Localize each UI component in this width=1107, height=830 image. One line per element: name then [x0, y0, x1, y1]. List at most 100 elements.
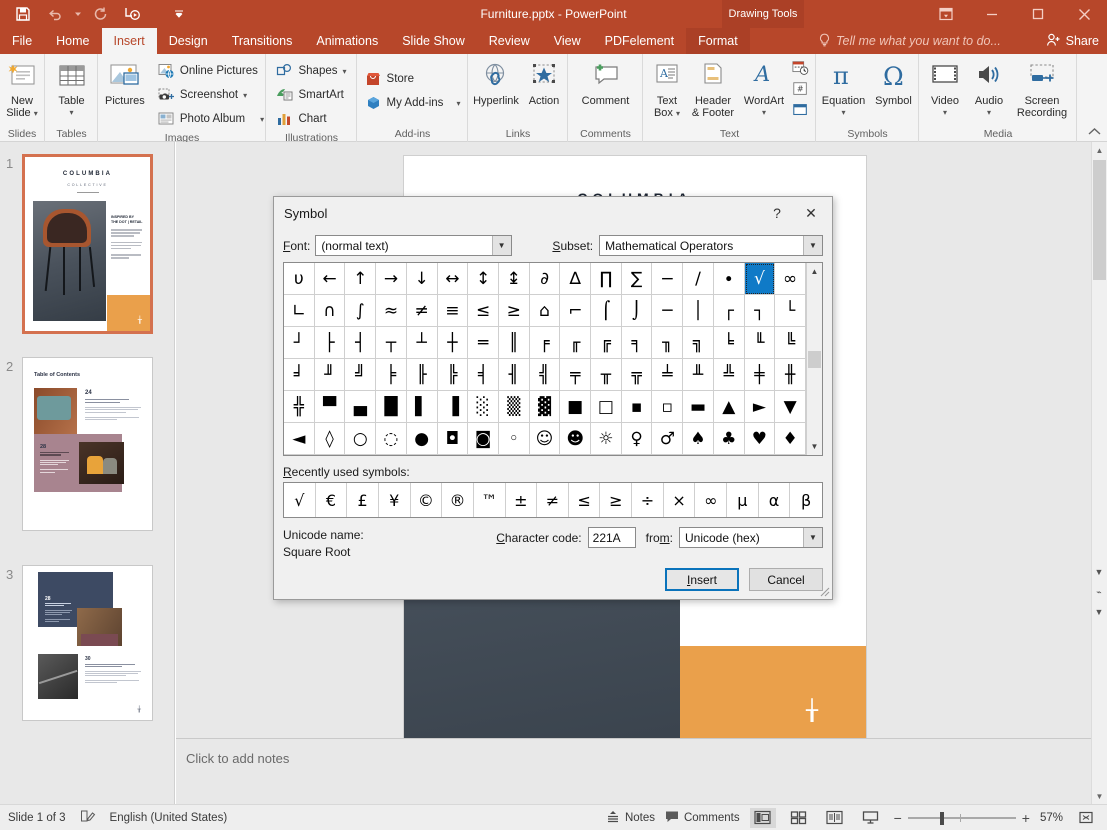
screenshot-button[interactable]: Screenshot ▾: [155, 84, 267, 106]
normal-view-button[interactable]: [749, 807, 776, 828]
symbol-cell[interactable]: └: [775, 295, 806, 327]
slide-thumbnail-item[interactable]: 1 COLUMBIA COLLECTIVE INSPIRED BY THE DOT…: [0, 154, 174, 339]
symbol-cell[interactable]: ╩: [713, 359, 745, 391]
screen-recording-button[interactable]: Screen Recording: [1011, 58, 1073, 119]
tab-format[interactable]: Format: [686, 28, 750, 54]
symbol-cell[interactable]: ╛: [284, 359, 315, 391]
symbol-cell[interactable]: ╔: [591, 327, 622, 359]
symbol-cell[interactable]: ←: [314, 263, 346, 295]
next-slide-icon[interactable]: ▼: [1091, 602, 1107, 622]
symbol-cell[interactable]: ↓: [406, 263, 438, 295]
symbol-cell[interactable]: █: [376, 391, 407, 423]
symbol-cell[interactable]: ▬: [683, 391, 714, 423]
symbol-button[interactable]: Ω Symbol: [870, 58, 918, 107]
symbol-cell[interactable]: ╫: [775, 359, 806, 391]
recently-used-symbols-grid[interactable]: √ € £ ¥ © ® ™ ± ≠ ≤ ≥ ÷ × ∞ µ α β: [283, 482, 823, 518]
my-addins-dropdown-caret[interactable]: ▾: [456, 99, 460, 108]
symbol-cell[interactable]: ♥: [744, 423, 776, 455]
symbol-cell[interactable]: ∫: [345, 295, 377, 327]
close-icon[interactable]: ✕: [794, 199, 828, 227]
symbol-cell[interactable]: ▫: [652, 391, 684, 423]
symbol-cell[interactable]: ☻: [560, 423, 592, 455]
symbol-cell[interactable]: ⌐: [560, 295, 592, 327]
screenshot-dropdown-caret[interactable]: ▾: [243, 91, 247, 100]
symbol-cell[interactable]: ☼: [591, 423, 622, 455]
character-code-input[interactable]: 221A: [587, 527, 636, 548]
font-combobox[interactable]: (normal text) ▼: [315, 235, 512, 256]
symbol-cell[interactable]: ◌: [376, 423, 407, 455]
symbol-cell[interactable]: ∙: [713, 263, 745, 295]
symbol-cell[interactable]: ╙: [744, 327, 776, 359]
recent-symbol-cell[interactable]: α: [759, 483, 791, 517]
symbol-cell[interactable]: ∆: [560, 263, 592, 295]
previous-slide-icon[interactable]: ▼: [1091, 562, 1107, 582]
reading-view-button[interactable]: [822, 808, 848, 828]
recent-symbol-cell[interactable]: £: [347, 483, 379, 517]
symbol-cell[interactable]: ═: [468, 327, 499, 359]
symbol-cell[interactable]: │: [683, 295, 714, 327]
wordart-dropdown-caret[interactable]: ▾: [762, 107, 766, 119]
video-dropdown-caret[interactable]: ▾: [943, 107, 947, 119]
symbol-cell[interactable]: ┴: [406, 327, 438, 359]
symbol-cell[interactable]: ►: [744, 391, 776, 423]
symbol-cell[interactable]: ╣: [529, 359, 561, 391]
tab-file[interactable]: File: [0, 28, 44, 54]
symbol-cell[interactable]: ╬: [284, 391, 315, 423]
zoom-slider[interactable]: − +: [894, 810, 1030, 826]
my-addins-button[interactable]: My Add-ins ▾: [362, 92, 464, 114]
slide-thumbnail-item[interactable]: 2 Table of Contents 24 28: [0, 357, 174, 547]
slide-thumbnail-panel[interactable]: 1 COLUMBIA COLLECTIVE INSPIRED BY THE DOT…: [0, 142, 175, 804]
symbol-cell[interactable]: ┌: [713, 295, 745, 327]
new-slide-button[interactable]: New Slide ▾: [0, 58, 49, 120]
slide-sorter-button[interactable]: [786, 808, 812, 828]
symbol-cell[interactable]: ◦: [498, 423, 530, 455]
symbol-cell[interactable]: →: [376, 263, 407, 295]
scroll-down-icon[interactable]: ▼: [1092, 788, 1107, 804]
recent-symbol-cell[interactable]: ≤: [569, 483, 601, 517]
recent-symbol-cell[interactable]: ©: [411, 483, 443, 517]
audio-button[interactable]: Audio ▾: [967, 58, 1011, 119]
symbol-cell[interactable]: ⌠: [591, 295, 622, 327]
symbol-cell[interactable]: ▀: [314, 391, 346, 423]
symbol-cell[interactable]: ●: [406, 423, 438, 455]
pictures-button[interactable]: Pictures: [97, 58, 153, 107]
symbol-cell[interactable]: ╘: [713, 327, 745, 359]
symbol-cell[interactable]: ╜: [314, 359, 346, 391]
recent-symbol-cell[interactable]: ™: [474, 483, 506, 517]
slide-thumbnail-3[interactable]: 28 30 ╁: [22, 565, 153, 721]
resize-grip[interactable]: [818, 585, 830, 597]
slide-counter[interactable]: Slide 1 of 3: [8, 812, 66, 824]
symbol-cell[interactable]: ♦: [775, 423, 806, 455]
symbol-grid[interactable]: υ ← ↑ → ↓ ↔ ↕ ↨ ∂ ∆ ∏ ∑ − ∕ ∙ √ ∞ ∟ ∩ ∫ ≈ ≠ ≡ ≤ ≥ ⌂ ⌐ ⌠ ⌡ ─ │ ┌ ┐ └ ┘ ├ ┤ ┬ ┴ ┼…: [284, 263, 806, 455]
symbol-cell[interactable]: ╝: [345, 359, 377, 391]
date-and-time-button[interactable]: [789, 58, 812, 78]
spell-check-icon[interactable]: [80, 809, 96, 826]
store-button[interactable]: Store: [362, 68, 464, 90]
slide-thumbnail-2[interactable]: Table of Contents 24 28: [22, 357, 153, 531]
symbol-cell[interactable]: ∂: [529, 263, 561, 295]
symbol-cell[interactable]: ├: [314, 327, 346, 359]
symbol-cell[interactable]: ▪: [621, 391, 653, 423]
symbol-cell[interactable]: ⌡: [621, 295, 653, 327]
recent-symbol-cell[interactable]: µ: [727, 483, 759, 517]
symbol-cell[interactable]: ▐: [437, 391, 469, 423]
symbol-cell[interactable]: ┐: [744, 295, 776, 327]
shapes-dropdown-caret[interactable]: ▾: [343, 67, 347, 76]
symbol-cell[interactable]: ↕: [468, 263, 499, 295]
symbol-cell[interactable]: ▓: [529, 391, 561, 423]
symbol-cell[interactable]: √: [744, 263, 776, 295]
symbol-cell[interactable]: ♠: [683, 423, 714, 455]
vertical-scrollbar[interactable]: ▲ ▼ ⌁ ▼ ▼: [1091, 142, 1107, 804]
symbol-cell[interactable]: ▄: [345, 391, 377, 423]
recent-symbol-cell[interactable]: ¥: [379, 483, 411, 517]
scroll-down-icon[interactable]: ▼: [807, 438, 822, 455]
share-button[interactable]: Share: [1046, 28, 1099, 54]
symbol-cell[interactable]: ∞: [775, 263, 806, 295]
symbol-cell[interactable]: ☺: [529, 423, 561, 455]
scrollbar-thumb[interactable]: [1093, 160, 1106, 280]
chevron-down-icon[interactable]: ▼: [491, 236, 511, 255]
symbol-cell[interactable]: ┘: [284, 327, 315, 359]
symbol-cell[interactable]: ╡: [468, 359, 499, 391]
symbol-cell[interactable]: ♀: [621, 423, 653, 455]
header-footer-button[interactable]: Header & Footer: [687, 58, 739, 119]
